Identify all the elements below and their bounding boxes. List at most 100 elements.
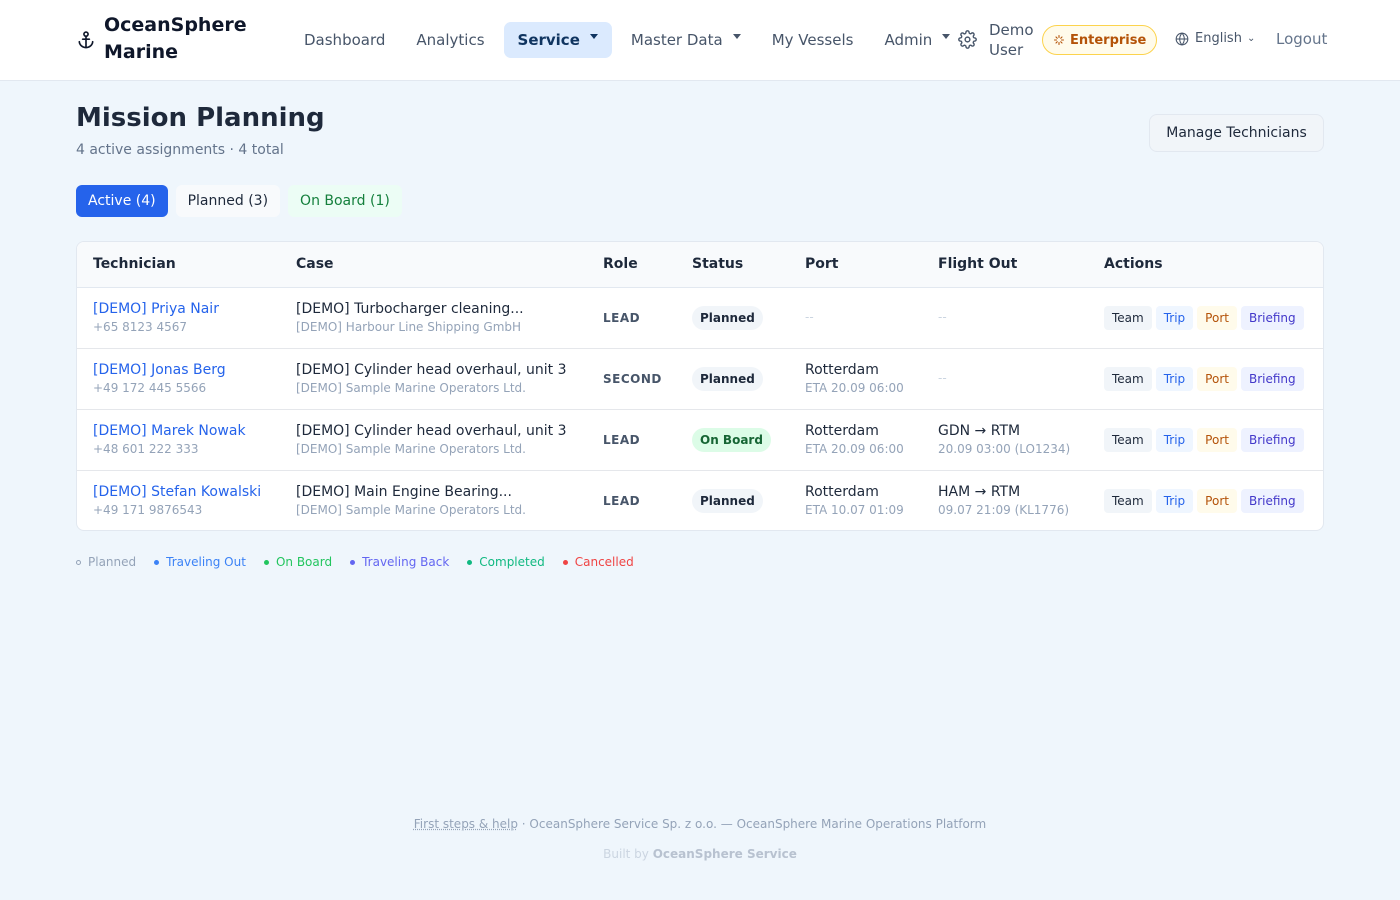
port-button[interactable]: Port <box>1197 428 1237 452</box>
nav-dashboard[interactable]: Dashboard <box>292 22 397 58</box>
user-menu[interactable]: Demo User <box>989 20 1037 60</box>
role-label: LEAD <box>603 311 641 325</box>
row-actions: Team Trip Port Briefing <box>1104 367 1308 391</box>
row-actions: Team Trip Port Briefing <box>1104 306 1308 330</box>
technician-name-link[interactable]: [DEMO] Marek Nowak <box>93 423 246 439</box>
nav-admin[interactable]: Admin <box>872 22 962 58</box>
case-company: [DEMO] Sample Marine Operators Ltd. <box>296 442 526 456</box>
team-button[interactable]: Team <box>1104 306 1152 330</box>
legend-item-on-board: On Board <box>263 555 332 569</box>
technician-phone: +48 601 222 333 <box>93 442 199 456</box>
status-legend: Planned Traveling Out On Board Traveling… <box>76 555 652 569</box>
table-row: [DEMO] Priya Nair +65 8123 4567 [DEMO] T… <box>77 288 1323 349</box>
nav-analytics-label: Analytics <box>416 31 485 49</box>
legend-item-traveling-out: Traveling Out <box>154 555 246 569</box>
nav-admin-label: Admin <box>884 31 933 49</box>
port-button[interactable]: Port <box>1197 306 1237 330</box>
built-by-name[interactable]: OceanSphere Service <box>653 847 797 861</box>
role-label: SECOND <box>603 372 662 386</box>
row-actions: Team Trip Port Briefing <box>1104 428 1308 452</box>
tab-planned[interactable]: Planned (3) <box>175 185 281 217</box>
top-navigation-bar: OceanSphere Marine Dashboard Analytics S… <box>0 0 1400 81</box>
caret-down-icon <box>732 33 741 39</box>
nav-service-label: Service <box>517 31 580 49</box>
logout-link[interactable]: Logout <box>1276 30 1327 48</box>
case-title[interactable]: [DEMO] Main Engine Bearing... <box>296 484 512 500</box>
legend-item-completed: Completed <box>467 555 545 569</box>
legend-label: Cancelled <box>574 555 634 569</box>
team-button[interactable]: Team <box>1104 367 1152 391</box>
case-title[interactable]: [DEMO] Turbocharger cleaning... <box>296 301 524 317</box>
technician-name-link[interactable]: [DEMO] Priya Nair <box>93 301 219 317</box>
language-selector[interactable]: English ⌄ <box>1175 31 1255 46</box>
case-company: [DEMO] Sample Marine Operators Ltd. <box>296 381 526 395</box>
briefing-button[interactable]: Briefing <box>1240 489 1304 513</box>
brand-name: OceanSphere Marine <box>104 14 247 63</box>
column-header-role[interactable]: Role <box>603 256 638 272</box>
technician-name-link[interactable]: [DEMO] Jonas Berg <box>93 362 226 378</box>
port-value: Rotterdam <box>805 423 879 439</box>
footer-info: First steps & help · OceanSphere Service… <box>0 817 1400 831</box>
tab-on-board[interactable]: On Board (1) <box>288 185 402 217</box>
plan-badge: Enterprise <box>1042 25 1158 55</box>
trip-button[interactable]: Trip <box>1155 428 1194 452</box>
column-header-technician[interactable]: Technician <box>93 256 176 272</box>
case-title[interactable]: [DEMO] Cylinder head overhaul, unit 3 <box>296 423 567 439</box>
legend-label: Traveling Back <box>362 555 450 569</box>
trip-button[interactable]: Trip <box>1155 367 1194 391</box>
port-value: -- <box>805 310 814 324</box>
briefing-button[interactable]: Briefing <box>1240 367 1304 391</box>
tab-active[interactable]: Active (4) <box>76 185 168 217</box>
case-title[interactable]: [DEMO] Cylinder head overhaul, unit 3 <box>296 362 567 378</box>
status-badge: Planned <box>692 306 763 330</box>
port-eta: ETA 20.09 06:00 <box>805 442 904 456</box>
team-button[interactable]: Team <box>1104 428 1152 452</box>
flight-detail: 20.09 03:00 (LO1234) <box>938 442 1071 456</box>
help-link[interactable]: First steps & help <box>414 817 518 831</box>
briefing-button[interactable]: Briefing <box>1240 306 1304 330</box>
nav-master-data[interactable]: Master Data <box>619 22 753 58</box>
legend-item-traveling-back: Traveling Back <box>350 555 449 569</box>
page-subtitle: 4 active assignments · 4 total <box>76 142 284 158</box>
table-row: [DEMO] Stefan Kowalski +49 171 9876543 [… <box>77 471 1323 530</box>
technician-name-link[interactable]: [DEMO] Stefan Kowalski <box>93 484 261 500</box>
column-header-port[interactable]: Port <box>805 256 838 272</box>
legend-dot <box>263 559 269 565</box>
port-button[interactable]: Port <box>1197 489 1237 513</box>
brand-logo[interactable]: OceanSphere Marine <box>76 12 247 66</box>
flight-detail: 09.07 21:09 (KL1776) <box>938 503 1070 517</box>
status-badge: Planned <box>692 367 763 391</box>
footer-built-by: Built by OceanSphere Service <box>0 847 1400 861</box>
main-nav: Dashboard Analytics Service Master Data … <box>292 22 969 58</box>
briefing-button[interactable]: Briefing <box>1240 428 1304 452</box>
nav-service[interactable]: Service <box>503 22 612 58</box>
table-row: [DEMO] Jonas Berg +49 172 445 5566 [DEMO… <box>77 349 1323 410</box>
gear-icon[interactable] <box>958 30 977 49</box>
flight-route: HAM → RTM <box>938 484 1021 500</box>
plan-badge-label: Enterprise <box>1070 32 1147 48</box>
column-header-status[interactable]: Status <box>692 256 743 272</box>
sparkle-icon <box>1053 34 1065 46</box>
nav-analytics[interactable]: Analytics <box>404 22 496 58</box>
column-header-actions: Actions <box>1104 256 1163 272</box>
column-header-case[interactable]: Case <box>296 256 334 272</box>
page-title: Mission Planning <box>76 103 325 133</box>
language-label: English <box>1195 31 1242 46</box>
column-header-flight-out[interactable]: Flight Out <box>938 256 1017 272</box>
table-header: Technician Case Role Status Port Flight … <box>77 242 1323 288</box>
port-button[interactable]: Port <box>1197 367 1237 391</box>
legend-dot <box>154 559 160 565</box>
legend-dot <box>467 559 473 565</box>
team-button[interactable]: Team <box>1104 489 1152 513</box>
port-eta: ETA 20.09 06:00 <box>805 381 904 395</box>
legend-dot <box>350 559 356 565</box>
trip-button[interactable]: Trip <box>1155 489 1194 513</box>
legend-label: Completed <box>479 555 545 569</box>
manage-technicians-button[interactable]: Manage Technicians <box>1149 114 1324 152</box>
role-label: LEAD <box>603 494 641 508</box>
trip-button[interactable]: Trip <box>1155 306 1194 330</box>
filter-tabs: Active (4) Planned (3) On Board (1) <box>76 185 410 217</box>
anchor-icon <box>78 31 94 49</box>
nav-my-vessels[interactable]: My Vessels <box>760 22 866 58</box>
status-badge: On Board <box>692 428 771 452</box>
